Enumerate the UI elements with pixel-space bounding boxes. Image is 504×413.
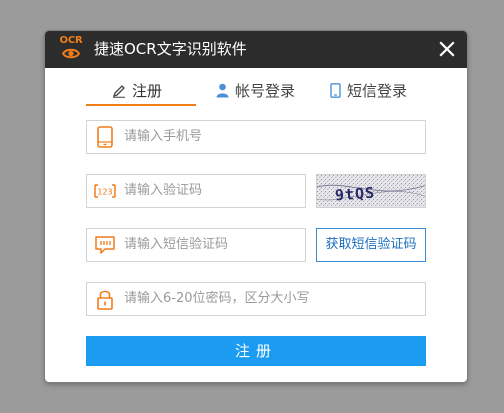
captcha-text: 9tQS <box>334 183 376 205</box>
message-icon <box>95 236 115 254</box>
captcha-icon-text: 123 <box>97 188 112 197</box>
password-placeholder: 请输入6-20位密码，区分大小写 <box>124 291 310 306</box>
captcha-image[interactable]: 9tQS <box>316 174 426 208</box>
phone-input[interactable]: 请输入手机号 <box>86 120 426 154</box>
lock-icon <box>97 290 113 310</box>
captcha-input[interactable]: 123 请输入验证码 <box>86 174 306 208</box>
tab-register-label: 注册 <box>132 82 163 100</box>
window-title: 捷速OCR文字识别软件 <box>94 40 247 58</box>
password-input[interactable]: 请输入6-20位密码，区分大小写 <box>86 282 426 316</box>
close-icon[interactable] <box>439 41 455 57</box>
captcha-placeholder: 请输入验证码 <box>124 183 203 198</box>
register-dialog: OCR 捷速OCR文字识别软件 注册 帐号登录 短信登录 请输入手机号 123 … <box>45 31 467 382</box>
sms-code-input[interactable]: 请输入短信验证码 <box>86 228 306 262</box>
logo-text: OCR <box>59 35 83 46</box>
eye-icon <box>62 48 80 59</box>
active-tab-indicator <box>86 104 196 106</box>
captcha-number-icon: 123 <box>94 184 116 198</box>
mobile-phone-icon <box>97 126 113 148</box>
tab-register[interactable]: 注册 <box>112 79 162 104</box>
get-sms-code-button[interactable]: 获取短信验证码 <box>316 228 426 262</box>
tab-account-login[interactable]: 帐号登录 <box>216 79 295 104</box>
title-bar[interactable]: OCR 捷速OCR文字识别软件 <box>45 31 467 68</box>
auth-tabs: 注册 帐号登录 短信登录 <box>86 79 426 106</box>
register-submit-button[interactable]: 注册 <box>86 336 426 366</box>
user-icon <box>216 83 229 98</box>
sms-code-placeholder: 请输入短信验证码 <box>124 237 229 252</box>
tab-sms-login-label: 短信登录 <box>347 82 408 100</box>
tab-account-login-label: 帐号登录 <box>235 82 296 100</box>
phone-placeholder: 请输入手机号 <box>124 129 203 144</box>
pencil-icon <box>112 84 125 98</box>
ocr-logo: OCR <box>57 35 85 65</box>
tab-sms-login[interactable]: 短信登录 <box>330 79 407 104</box>
phone-icon <box>330 83 341 98</box>
